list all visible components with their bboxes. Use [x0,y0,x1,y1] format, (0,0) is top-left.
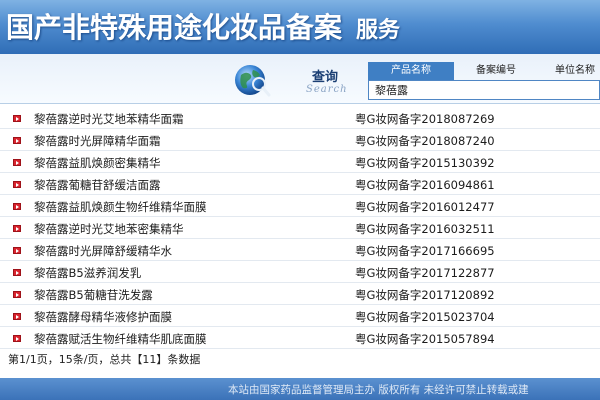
list-item[interactable]: 黎蓓露B5葡糖苷洗发露 粤G妆网备字2017120892 [0,284,600,305]
bullet-arrow-icon [13,115,21,122]
list-item[interactable]: 黎蓓露赋活生物纤维精华肌底面膜 粤G妆网备字2015057894 [0,328,600,349]
search-label: 查询 [312,70,339,85]
filing-number: 粤G妆网备字2015130392 [355,156,495,170]
filing-number: 粤G妆网备字2016032511 [355,222,495,236]
list-item[interactable]: 黎蓓露时光屏障舒缓精华水 粤G妆网备字2017166695 [0,240,600,261]
bullet-arrow-icon [13,335,21,342]
search-tabs: 产品名称 备案编号 单位名称 [368,62,600,80]
bullet-arrow-icon [13,313,21,320]
product-name-link[interactable]: 黎蓓露酵母精华液修护面膜 [34,309,172,325]
list-item[interactable]: 黎蓓露葡糖苷舒缓洁面露 粤G妆网备字2016094861 [0,174,600,195]
product-name-link[interactable]: 黎蓓露B5葡糖苷洗发露 [34,287,153,303]
filing-number: 粤G妆网备字2017120892 [355,288,495,302]
product-name-link[interactable]: 黎蓓露B5滋养润发乳 [34,265,141,281]
list-item[interactable]: 黎蓓露逆时光艾地苯精华面霜 粤G妆网备字2018087269 [0,108,600,129]
pagination-summary: 第1/1页，15条/页，总共【11】条数据 [8,353,201,366]
product-name-link[interactable]: 黎蓓露益肌焕颜密集精华 [34,155,161,171]
filing-number: 粤G妆网备字2017166695 [355,244,495,258]
bullet-arrow-icon [13,159,21,166]
list-item[interactable]: 黎蓓露酵母精华液修护面膜 粤G妆网备字2015023704 [0,306,600,327]
product-name-link[interactable]: 黎蓓露益肌焕颜生物纤维精华面膜 [34,199,207,215]
filing-number: 粤G妆网备字2018087240 [355,134,495,148]
globe-search-icon [235,65,271,97]
product-name-link[interactable]: 黎蓓露赋活生物纤维精华肌底面膜 [34,331,207,347]
footer: 本站由国家药品监督管理局主办 版权所有 未经许可禁止转载或建 [0,378,600,400]
bullet-arrow-icon [13,225,21,232]
tab-product-name[interactable]: 产品名称 [368,62,454,80]
search-label-en: Search [306,84,348,95]
list-item[interactable]: 黎蓓露益肌焕颜密集精华 粤G妆网备字2015130392 [0,152,600,173]
list-item[interactable]: 黎蓓露逆时光艾地苯密集精华 粤G妆网备字2016032511 [0,218,600,239]
filing-number: 粤G妆网备字2017122877 [355,266,495,280]
bullet-arrow-icon [13,247,21,254]
bullet-arrow-icon [13,291,21,298]
product-name-link[interactable]: 黎蓓露葡糖苷舒缓洁面露 [34,177,161,193]
product-name-link[interactable]: 黎蓓露逆时光艾地苯精华面霜 [34,111,184,127]
page-title: 国产非特殊用途化妆品备案 服务 [6,6,400,46]
filing-number: 粤G妆网备字2018087269 [355,112,495,126]
filing-number: 粤G妆网备字2015057894 [355,332,495,346]
bullet-arrow-icon [13,203,21,210]
tab-filing-number[interactable]: 备案编号 [464,62,528,80]
list-item[interactable]: 黎蓓露时光屏障精华面霜 粤G妆网备字2018087240 [0,130,600,151]
page-title-text: 国产非特殊用途化妆品备案 [6,11,343,44]
bullet-arrow-icon [13,181,21,188]
tab-company-name[interactable]: 单位名称 [540,62,600,80]
list-item[interactable]: 黎蓓露益肌焕颜生物纤维精华面膜 粤G妆网备字2016012477 [0,196,600,217]
footer-copyright: 本站由国家药品监督管理局主办 版权所有 未经许可禁止转载或建 [228,384,529,396]
product-name-link[interactable]: 黎蓓露逆时光艾地苯密集精华 [34,221,184,237]
list-item[interactable]: 黎蓓露B5滋养润发乳 粤G妆网备字2017122877 [0,262,600,283]
filing-number: 粤G妆网备字2016094861 [355,178,495,192]
product-name-link[interactable]: 黎蓓露时光屏障舒缓精华水 [34,243,172,259]
product-name-link[interactable]: 黎蓓露时光屏障精华面霜 [34,133,161,149]
page-title-suffix: 服务 [356,17,401,43]
filing-number: 粤G妆网备字2015023704 [355,310,495,324]
bullet-arrow-icon [13,137,21,144]
header-banner: 国产非特殊用途化妆品备案 服务 [0,0,600,54]
search-input[interactable] [368,80,600,100]
filing-number: 粤G妆网备字2016012477 [355,200,495,214]
bullet-arrow-icon [13,269,21,276]
